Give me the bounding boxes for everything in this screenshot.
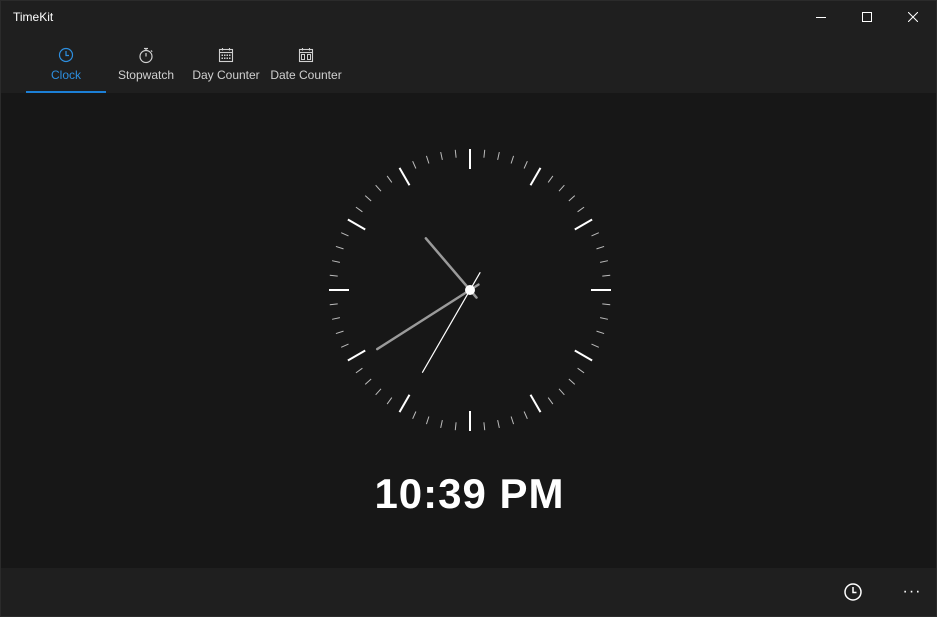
- minor-tick: [558, 388, 565, 396]
- tab-date-counter[interactable]: Date Counter: [266, 33, 346, 93]
- stopwatch-icon: [138, 46, 154, 64]
- major-tick: [574, 218, 593, 231]
- minor-tick: [386, 397, 393, 405]
- minor-tick: [483, 422, 486, 431]
- minimize-icon: [816, 17, 826, 18]
- calendar-icon: [218, 46, 234, 64]
- tab-label: Stopwatch: [117, 68, 175, 82]
- minor-tick: [523, 411, 528, 420]
- major-tick: [529, 167, 542, 186]
- minor-tick: [497, 151, 500, 161]
- tab-label: Date Counter: [270, 68, 342, 82]
- tab-label: Clock: [50, 68, 81, 82]
- nav-bar: Clock Stopwatch Day Counter Date Counter: [1, 33, 936, 93]
- minor-tick: [386, 175, 393, 183]
- command-bar: ···: [1, 568, 936, 616]
- minor-tick: [335, 245, 344, 250]
- clock-icon: [58, 46, 74, 64]
- minor-tick: [547, 397, 554, 405]
- minor-tick: [596, 330, 605, 335]
- minor-tick: [599, 260, 609, 263]
- major-tick: [529, 394, 542, 413]
- minor-tick: [355, 367, 363, 374]
- major-tick: [574, 349, 593, 362]
- minor-tick: [331, 317, 341, 320]
- minor-tick: [602, 303, 611, 306]
- minor-tick: [547, 175, 554, 183]
- minor-tick: [602, 274, 611, 277]
- minor-tick: [355, 206, 363, 213]
- alarm-button[interactable]: [837, 576, 869, 608]
- minute-hand: [375, 283, 480, 351]
- clock-icon: [844, 583, 862, 601]
- calendar-grid-icon: [298, 46, 314, 64]
- minor-tick: [454, 149, 457, 158]
- minor-tick: [331, 260, 341, 263]
- app-title: TimeKit: [13, 10, 54, 24]
- minor-tick: [568, 378, 576, 385]
- minor-tick: [558, 184, 565, 192]
- app-window: TimeKit Clock Stopwatch Day Counter Date…: [0, 0, 937, 617]
- minor-tick: [596, 245, 605, 250]
- minor-tick: [340, 343, 349, 348]
- close-icon: [908, 12, 918, 22]
- maximize-button[interactable]: [844, 1, 890, 33]
- more-icon: ···: [902, 583, 922, 600]
- minor-tick: [510, 416, 515, 425]
- analog-clock: [329, 149, 611, 431]
- major-tick: [398, 167, 411, 186]
- minor-tick: [340, 232, 349, 237]
- tab-stopwatch[interactable]: Stopwatch: [106, 33, 186, 93]
- major-tick: [347, 218, 366, 231]
- minor-tick: [568, 195, 576, 202]
- minor-tick: [375, 184, 382, 192]
- minor-tick: [497, 419, 500, 429]
- minor-tick: [440, 151, 443, 161]
- maximize-icon: [862, 12, 872, 22]
- minor-tick: [599, 317, 609, 320]
- clock-page: 10:39 PM: [1, 93, 936, 568]
- minor-tick: [335, 330, 344, 335]
- minor-tick: [329, 303, 338, 306]
- minor-tick: [329, 274, 338, 277]
- minor-tick: [510, 155, 515, 164]
- minor-tick: [591, 232, 600, 237]
- digital-time: 10:39 PM: [374, 470, 565, 517]
- minor-tick: [577, 206, 585, 213]
- minor-tick: [454, 422, 457, 431]
- major-tick: [347, 349, 366, 362]
- clock-center-pin: [465, 285, 475, 295]
- tab-clock[interactable]: Clock: [26, 33, 106, 93]
- minor-tick: [412, 160, 417, 169]
- major-tick: [398, 394, 411, 413]
- minor-tick: [364, 195, 372, 202]
- minimize-button[interactable]: [798, 1, 844, 33]
- minor-tick: [577, 367, 585, 374]
- tab-day-counter[interactable]: Day Counter: [186, 33, 266, 93]
- minor-tick: [483, 149, 486, 158]
- tab-label: Day Counter: [192, 68, 260, 82]
- title-bar[interactable]: TimeKit: [1, 1, 936, 33]
- minor-tick: [364, 378, 372, 385]
- minor-tick: [425, 416, 430, 425]
- minor-tick: [425, 155, 430, 164]
- tab-list: Clock Stopwatch Day Counter Date Counter: [26, 33, 346, 93]
- window-controls: [798, 1, 936, 33]
- minor-tick: [591, 343, 600, 348]
- more-button[interactable]: ···: [896, 576, 928, 608]
- minor-tick: [440, 419, 443, 429]
- minor-tick: [412, 411, 417, 420]
- minor-tick: [523, 160, 528, 169]
- minor-tick: [375, 388, 382, 396]
- close-button[interactable]: [890, 1, 936, 33]
